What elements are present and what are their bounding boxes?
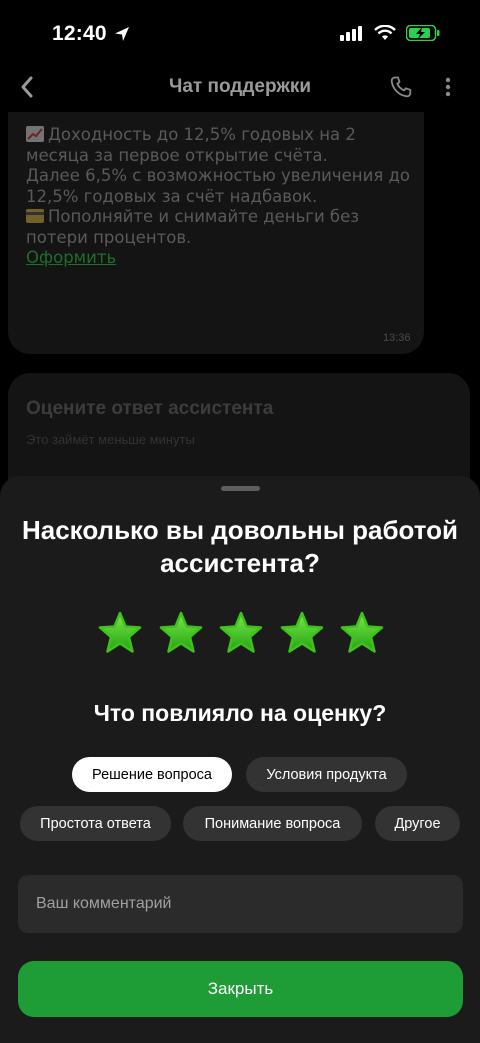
location-arrow-icon (114, 27, 129, 41)
message-time: 13:36 (383, 332, 411, 344)
cellular-signal-icon (340, 26, 362, 41)
chip-solution[interactable]: Решение вопроса (72, 757, 232, 792)
chip-other[interactable]: Другое (375, 806, 460, 841)
message-line: Пополняйте и снимайте деньги без (26, 207, 416, 228)
star-icon[interactable] (338, 610, 386, 658)
star-icon[interactable] (157, 610, 205, 658)
close-button[interactable]: Закрыть (18, 961, 463, 1017)
status-time: 12:40 (52, 22, 131, 46)
chip-simplicity[interactable]: Простота ответа (20, 806, 171, 841)
message-line: Доходность до 12,5% годовых на 2 (26, 125, 416, 146)
phone-icon (390, 76, 412, 98)
status-time-text: 12:40 (52, 22, 107, 45)
more-vertical-icon (445, 77, 451, 97)
message-text: Доходность до 12,5% годовых на 2 месяца … (26, 125, 416, 269)
battery-charging-icon (406, 25, 440, 41)
credit-card-icon (26, 209, 44, 223)
star-rating[interactable] (96, 610, 386, 662)
apply-link[interactable]: Оформить (26, 248, 116, 267)
chart-increasing-icon (26, 126, 44, 142)
rate-card-subtitle: Это займёт меньше минуты (26, 432, 195, 447)
status-icons (340, 25, 440, 41)
message-line: Оформить (26, 248, 416, 269)
star-icon[interactable] (278, 610, 326, 658)
chip-product-terms[interactable]: Условия продукта (246, 757, 407, 792)
sheet-title: Насколько вы довольны работой ассистента… (21, 515, 459, 578)
rate-card-title: Оцените ответ ассистента (26, 398, 274, 419)
chat-header: Чат поддержки (0, 62, 480, 112)
message-line: месяца за первое открытие счёта. (26, 145, 328, 165)
sheet-grabber[interactable] (221, 486, 260, 491)
rating-question: Что повлияло на оценку? (93, 700, 387, 726)
wifi-icon (374, 25, 396, 40)
star-icon[interactable] (96, 610, 144, 658)
message-line: Далее 6,5% с возможностью увеличения до (26, 166, 410, 185)
comment-input[interactable] (18, 875, 463, 933)
status-bar: 12:40 (0, 0, 480, 70)
message-line: потери процентов. (26, 227, 192, 247)
call-button[interactable] (384, 70, 418, 104)
star-icon[interactable] (217, 610, 265, 658)
chip-understanding[interactable]: Понимание вопроса (183, 806, 362, 841)
message-line: 12,5% годовых за счёт надбавок. (26, 186, 318, 206)
more-options-button[interactable] (438, 70, 458, 104)
